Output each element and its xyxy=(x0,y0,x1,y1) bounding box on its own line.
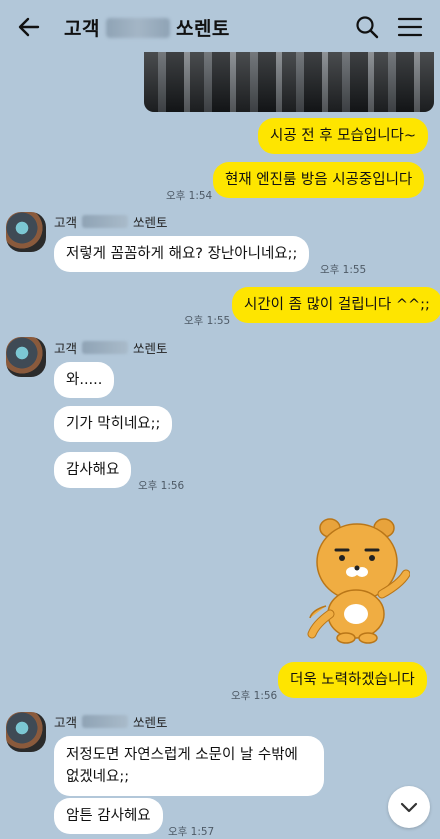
avatar[interactable] xyxy=(6,712,46,752)
ryan-emoticon[interactable] xyxy=(306,514,410,644)
their-message-bubble: 기가 막히네요;; xyxy=(54,406,173,442)
their-message-bubble: 와..... xyxy=(54,362,115,398)
search-icon[interactable] xyxy=(352,12,382,42)
engine-room-photo[interactable] xyxy=(144,52,434,112)
avatar[interactable] xyxy=(6,337,46,377)
blurred-name xyxy=(82,215,129,228)
sender-name: 고객 쏘렌토 xyxy=(54,215,168,230)
avatar[interactable] xyxy=(6,212,46,252)
chat-header: 고객 쏘렌토 xyxy=(0,0,440,52)
menu-icon[interactable] xyxy=(394,12,426,42)
message-time: 오후 1:57 xyxy=(168,826,215,838)
their-message-bubble: 암튼 감사헤요 xyxy=(54,798,163,834)
chevron-down-icon xyxy=(400,802,418,813)
their-message-bubble: 저정도면 자연스럽게 소문이 날 수밖에 없겠네요;; xyxy=(54,736,324,796)
message-time: 오후 1:55 xyxy=(184,315,231,327)
message-time: 오후 1:54 xyxy=(166,190,213,202)
sender-name: 고객 쏘렌토 xyxy=(54,341,168,356)
my-message-bubble: 현재 엔진룸 방음 시공중입니다 xyxy=(213,162,425,198)
chat-title: 고객 쏘렌토 xyxy=(64,14,230,41)
blurred-name xyxy=(82,715,129,728)
their-message-bubble: 감사해요 xyxy=(54,452,132,488)
blurred-name xyxy=(82,341,129,354)
sender-name: 고객 쏘렌토 xyxy=(54,715,168,730)
blurred-name xyxy=(105,17,170,38)
scroll-down-button[interactable] xyxy=(388,786,430,828)
their-message-bubble: 저렇게 꼼꼼하게 해요? 장난아니네요;; xyxy=(54,236,310,272)
my-message-bubble: 더욱 노력하겠습니다 xyxy=(278,662,427,698)
chat-title-prefix: 고객 xyxy=(64,18,100,40)
back-arrow-icon[interactable] xyxy=(14,12,44,42)
message-time: 오후 1:56 xyxy=(231,690,278,702)
message-time: 오후 1:55 xyxy=(320,264,367,276)
my-message-bubble: 시공 전 후 모습입니다~ xyxy=(258,118,429,154)
message-time: 오후 1:56 xyxy=(138,480,185,492)
my-message-bubble: 시간이 좀 많이 걸립니다 ^^;; xyxy=(232,287,440,323)
chat-title-suffix: 쏘렌토 xyxy=(175,18,230,40)
